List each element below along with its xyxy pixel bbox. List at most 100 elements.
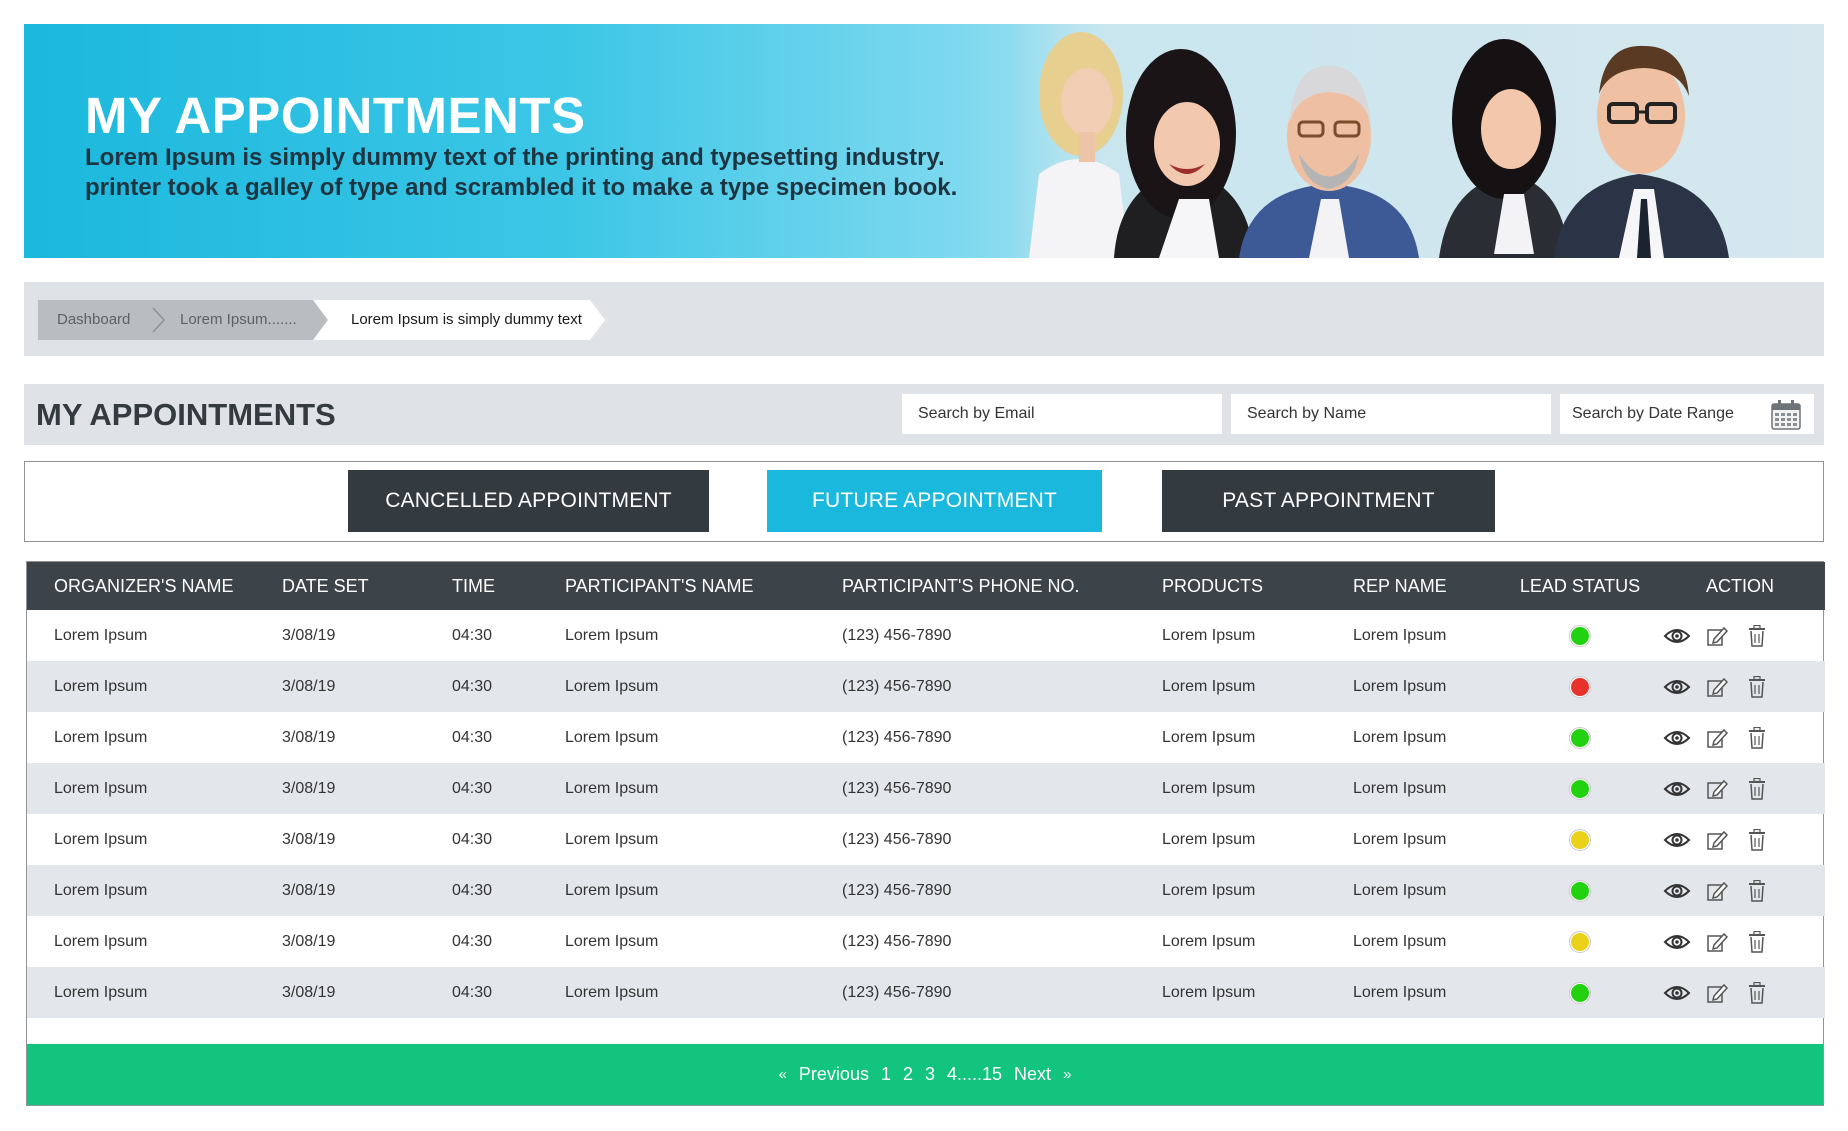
status-dot-green [1570,625,1590,646]
col-rep-name[interactable]: REP NAME [1353,562,1505,610]
cell-rep-name: Lorem Ipsum [1353,779,1447,797]
status-dot-yellow [1570,931,1590,952]
table-row[interactable]: Lorem Ipsum 3/08/19 04:30 Lorem Ipsum (123) … [27,712,1825,763]
chevrons-right-icon[interactable]: » [1063,1066,1071,1083]
col-participant-name[interactable]: PARTICIPANT'S NAME [565,562,842,610]
view-eye-icon[interactable] [1663,777,1691,801]
delete-trash-icon[interactable] [1743,930,1771,954]
view-eye-icon[interactable] [1663,981,1691,1005]
tab-past-appointment[interactable]: PAST APPOINTMENT [1162,470,1495,532]
table-row[interactable]: Lorem Ipsum 3/08/19 04:30 Lorem Ipsum (123) … [27,865,1825,916]
edit-pencil-icon[interactable] [1703,879,1731,903]
status-dot-green [1570,982,1590,1003]
cell-products: Lorem Ipsum [1162,932,1256,950]
team-photo-image [1009,24,1824,258]
cell-date-set: 3/08/19 [282,830,336,848]
status-dot-green [1570,880,1590,901]
col-products[interactable]: PRODUCTS [1162,562,1353,610]
status-dot-green [1570,778,1590,799]
table-row[interactable]: Lorem Ipsum 3/08/19 04:30 Lorem Ipsum (123) … [27,916,1825,967]
edit-pencil-icon[interactable] [1703,675,1731,699]
page-title: MY APPOINTMENTS [36,397,336,432]
delete-trash-icon[interactable] [1743,777,1771,801]
delete-trash-icon[interactable] [1743,624,1771,648]
col-organizer-name[interactable]: ORGANIZER'S NAME [27,562,282,610]
search-name-input[interactable] [1231,394,1551,434]
cell-date-set: 3/08/19 [282,728,336,746]
cell-products: Lorem Ipsum [1162,779,1256,797]
view-eye-icon[interactable] [1663,828,1691,852]
col-date-set[interactable]: DATE SET [282,562,452,610]
delete-trash-icon[interactable] [1743,828,1771,852]
chevrons-left-icon[interactable]: « [779,1066,787,1083]
appointments-header: MY APPOINTMENTS [24,384,1824,445]
table-row[interactable]: Lorem Ipsum 3/08/19 04:30 Lorem Ipsum (123) … [27,763,1825,814]
col-time[interactable]: TIME [452,562,565,610]
cell-participant-phone: (123) 456-7890 [842,983,952,1001]
edit-pencil-icon[interactable] [1703,624,1731,648]
cell-products: Lorem Ipsum [1162,983,1256,1001]
cell-action [1655,814,1825,865]
chevron-right-icon [152,307,166,333]
tab-future-appointment[interactable]: FUTURE APPOINTMENT [767,470,1102,532]
cell-lead-status [1505,712,1655,763]
page-link-3[interactable]: 3 [925,1064,935,1085]
tab-cancelled-appointment[interactable]: CANCELLED APPOINTMENT [348,470,709,532]
cell-date-set: 3/08/19 [282,932,336,950]
view-eye-icon[interactable] [1663,675,1691,699]
hero-banner: MY APPOINTMENTS Lorem Ipsum is simply du… [24,24,1824,258]
cell-rep-name: Lorem Ipsum [1353,932,1447,950]
page-link-1[interactable]: 1 [881,1064,891,1085]
view-eye-icon[interactable] [1663,624,1691,648]
delete-trash-icon[interactable] [1743,726,1771,750]
page-link-2[interactable]: 2 [903,1064,913,1085]
search-email-input[interactable] [902,394,1222,434]
breadcrumb-dashboard[interactable]: Dashboard [57,311,130,328]
page-link-4-15[interactable]: 4.....15 [947,1064,1002,1085]
cell-organizer-name: Lorem Ipsum [54,983,148,1001]
cell-rep-name: Lorem Ipsum [1353,728,1447,746]
table-row[interactable]: Lorem Ipsum 3/08/19 04:30 Lorem Ipsum (123) … [27,610,1825,661]
cell-organizer-name: Lorem Ipsum [54,677,148,695]
cell-lead-status [1505,865,1655,916]
hero-subtitle: Lorem Ipsum is simply dummy text of the … [85,143,1065,203]
cell-time: 04:30 [452,932,493,950]
cell-lead-status [1505,814,1655,865]
breadcrumb-lorem[interactable]: Lorem Ipsum....... [180,311,297,328]
edit-pencil-icon[interactable] [1703,726,1731,750]
hero-subtitle-line2: printer took a galley of type and scramb… [85,174,958,201]
delete-trash-icon[interactable] [1743,675,1771,699]
cell-date-set: 3/08/19 [282,983,336,1001]
table-row[interactable]: Lorem Ipsum 3/08/19 04:30 Lorem Ipsum (123) … [27,967,1825,1018]
cell-rep-name: Lorem Ipsum [1353,626,1447,644]
cell-participant-name: Lorem Ipsum [565,626,659,644]
edit-pencil-icon[interactable] [1703,981,1731,1005]
cell-participant-name: Lorem Ipsum [565,983,659,1001]
cell-participant-name: Lorem Ipsum [565,779,659,797]
edit-pencil-icon[interactable] [1703,828,1731,852]
edit-pencil-icon[interactable] [1703,777,1731,801]
delete-trash-icon[interactable] [1743,981,1771,1005]
view-eye-icon[interactable] [1663,726,1691,750]
cell-lead-status [1505,610,1655,661]
hero-subtitle-line1: Lorem Ipsum is simply dummy text of the … [85,144,945,171]
delete-trash-icon[interactable] [1743,879,1771,903]
col-participant-phone[interactable]: PARTICIPANT'S PHONE NO. [842,562,1162,610]
view-eye-icon[interactable] [1663,879,1691,903]
table-row[interactable]: Lorem Ipsum 3/08/19 04:30 Lorem Ipsum (123) … [27,814,1825,865]
cell-products: Lorem Ipsum [1162,881,1256,899]
cell-organizer-name: Lorem Ipsum [54,881,148,899]
cell-lead-status [1505,967,1655,1018]
cell-participant-phone: (123) 456-7890 [842,932,952,950]
cell-time: 04:30 [452,830,493,848]
view-eye-icon[interactable] [1663,930,1691,954]
previous-page-link[interactable]: Previous [799,1064,869,1085]
col-lead-status[interactable]: LEAD STATUS [1505,562,1655,610]
cell-organizer-name: Lorem Ipsum [54,779,148,797]
next-page-link[interactable]: Next [1014,1064,1051,1085]
edit-pencil-icon[interactable] [1703,930,1731,954]
table-row[interactable]: Lorem Ipsum 3/08/19 04:30 Lorem Ipsum (123) … [27,661,1825,712]
status-dot-red [1570,676,1590,697]
calendar-icon[interactable] [1771,399,1801,430]
appointment-tabs: CANCELLED APPOINTMENT FUTURE APPOINTMENT… [24,461,1824,542]
